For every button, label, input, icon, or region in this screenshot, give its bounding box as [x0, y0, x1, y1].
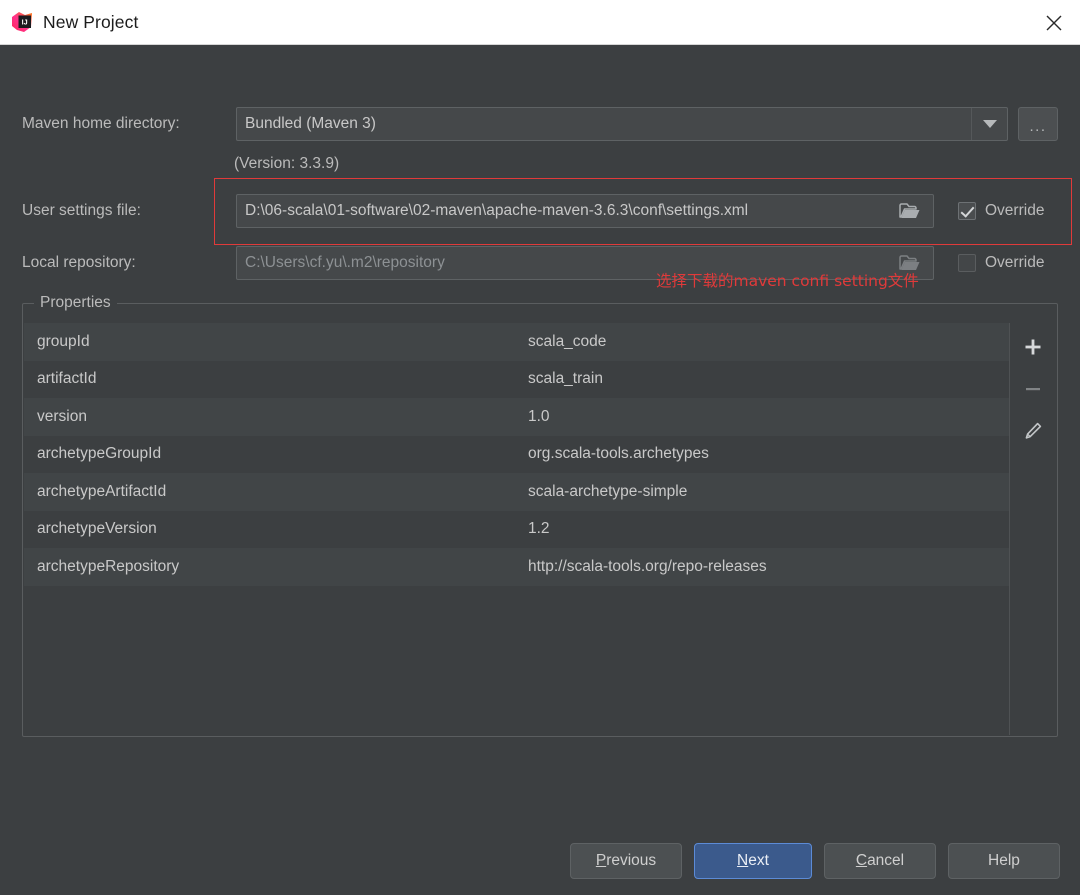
next-button-mnemonic: N — [737, 852, 749, 869]
table-row[interactable]: groupId scala_code — [24, 323, 1009, 361]
properties-table[interactable]: groupId scala_code artifactId scala_trai… — [24, 323, 1010, 735]
property-key: groupId — [37, 332, 90, 350]
user-settings-file-input[interactable]: D:\06-scala\01-software\02-maven\apache-… — [236, 194, 934, 228]
local-repository-label: Local repository: — [22, 254, 136, 271]
property-key: version — [37, 407, 87, 425]
user-settings-file-label: User settings file: — [22, 202, 141, 219]
property-key: archetypeVersion — [37, 520, 157, 538]
properties-toolbar — [1010, 323, 1056, 735]
previous-button-mnemonic: P — [595, 852, 607, 869]
property-value: http://scala-tools.org/repo-releases — [528, 557, 767, 575]
table-row[interactable]: archetypeRepository http://scala-tools.o… — [24, 548, 1009, 586]
local-repository-override-label: Override — [985, 254, 1045, 271]
folder-open-icon[interactable] — [895, 197, 925, 225]
annotation-text: 选择下载的maven confi setting文件 — [656, 272, 919, 290]
property-value: 1.0 — [528, 407, 550, 425]
intellij-idea-icon: IJ — [11, 11, 33, 33]
next-button-label: ext — [748, 852, 769, 869]
maven-version-note: (Version: 3.3.9) — [234, 155, 340, 172]
property-value: scala_train — [528, 370, 603, 388]
maven-home-directory-label: Maven home directory: — [22, 115, 180, 132]
user-settings-file-value: D:\06-scala\01-software\02-maven\apache-… — [245, 202, 749, 219]
table-row[interactable]: artifactId scala_train — [24, 360, 1009, 398]
table-row[interactable]: archetypeVersion 1.2 — [24, 510, 1009, 548]
local-repository-override-checkbox[interactable]: Override — [958, 254, 1044, 272]
svg-text:IJ: IJ — [22, 17, 28, 26]
close-icon[interactable] — [1028, 0, 1080, 45]
property-value: org.scala-tools.archetypes — [528, 445, 709, 463]
maven-home-browse-button[interactable]: ... — [1018, 107, 1058, 141]
property-key: archetypeRepository — [37, 557, 180, 575]
checkbox-checked-icon[interactable] — [958, 202, 976, 220]
cancel-button-label: ancel — [867, 852, 905, 869]
property-key: archetypeGroupId — [37, 445, 162, 463]
cancel-button[interactable]: Cancel — [824, 843, 936, 879]
next-button[interactable]: Next — [694, 843, 812, 879]
maven-home-directory-combo[interactable]: Bundled (Maven 3) — [236, 107, 1008, 141]
property-key: archetypeArtifactId — [37, 482, 167, 500]
property-key: artifactId — [37, 370, 97, 388]
properties-legend: Properties — [34, 294, 117, 312]
property-value: scala_code — [528, 332, 607, 350]
add-property-button[interactable] — [1016, 331, 1050, 363]
dialog-button-bar: Previous Next Cancel Help — [0, 843, 1080, 879]
window-titlebar: IJ New Project — [0, 0, 1080, 45]
table-row[interactable]: archetypeGroupId org.scala-tools.archety… — [24, 435, 1009, 473]
property-value: scala-archetype-simple — [528, 482, 688, 500]
checkbox-unchecked-icon[interactable] — [958, 254, 976, 272]
edit-property-button[interactable] — [1016, 415, 1050, 447]
user-settings-override-checkbox[interactable]: Override — [958, 202, 1044, 220]
table-row[interactable]: version 1.0 — [24, 398, 1009, 436]
previous-button-label: revious — [606, 852, 657, 869]
maven-home-directory-value: Bundled (Maven 3) — [245, 115, 376, 132]
new-project-dialog-body: Maven home directory: Bundled (Maven 3) … — [0, 45, 1080, 895]
table-row[interactable]: archetypeArtifactId scala-archetype-simp… — [24, 473, 1009, 511]
property-value: 1.2 — [528, 520, 550, 538]
chevron-down-icon[interactable] — [971, 108, 1007, 140]
remove-property-button — [1016, 373, 1050, 405]
window-title: New Project — [43, 11, 139, 32]
cancel-button-mnemonic: C — [855, 852, 868, 869]
help-button[interactable]: Help — [948, 843, 1060, 879]
user-settings-override-label: Override — [985, 202, 1045, 219]
previous-button[interactable]: Previous — [570, 843, 682, 879]
